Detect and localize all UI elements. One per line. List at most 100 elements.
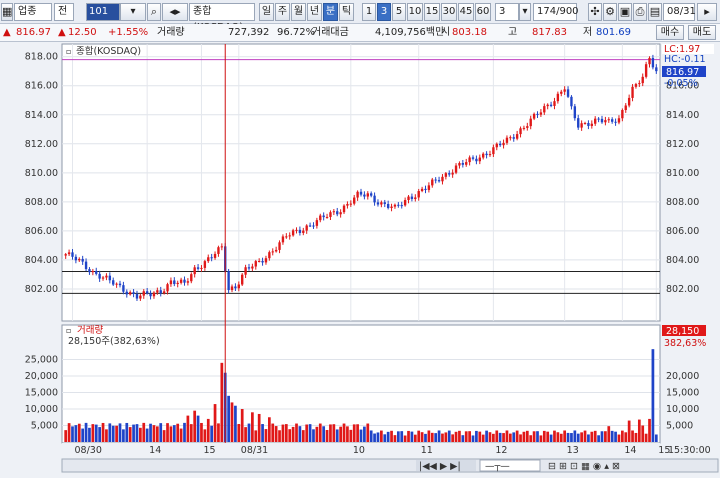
candle-body [353,197,356,204]
period-day[interactable]: 일 [259,3,274,21]
volume-bar [400,431,404,442]
volume-bar [111,425,115,442]
volume-panel-title: 거래량 [77,324,103,336]
volume-bar [356,424,359,442]
period-tick[interactable]: 틱 [339,3,354,21]
volume-tick-label: 20,000 [25,371,58,382]
volume-bar [546,431,550,442]
code-dropdown[interactable]: ▾ [120,3,146,21]
buy-button[interactable]: 매수 [656,25,684,40]
candle-body [641,76,644,84]
candle-body [88,269,91,273]
period-year[interactable]: 년 [307,3,322,21]
candle-body [166,284,169,292]
candle-body [152,292,156,297]
volume-bar [234,405,237,442]
interval-select[interactable]: 3 [495,3,519,21]
volume-bar [424,433,427,442]
volume-bar [291,426,295,442]
candle-body [322,215,325,218]
volume-bar [217,423,220,442]
market-select[interactable]: 업종 [14,3,52,21]
volume-bar [529,435,533,442]
volume-bar [230,402,234,442]
candle-body [325,216,329,218]
slider-thumb-icon[interactable]: —┬— [485,461,510,472]
minute-10[interactable]: 10 [407,3,423,21]
volume-bar [88,427,91,442]
minute-3[interactable]: 3 [377,3,391,21]
code-input[interactable]: 101 [86,3,120,21]
volume-bar [570,433,573,442]
scroll-first-icon[interactable]: |◀◀ ▶ ▶| [419,461,461,472]
date-field[interactable]: 08/31 [663,3,696,21]
candle-body [156,290,159,293]
candle-body [251,266,254,269]
candle-body [410,196,414,200]
hc-value: HC:-0.11 [664,54,706,65]
volume-bar [329,424,332,442]
candle-body [74,256,78,261]
minute-45[interactable]: 45 [458,3,474,21]
expand-icon[interactable]: ▸ [697,3,717,21]
settings-icon[interactable]: ⚙ [603,3,617,21]
count-field[interactable]: 174/900 [533,3,579,21]
volume-bar [101,422,105,442]
print-icon[interactable]: ⎙ [633,3,647,21]
volume-tick-label: 10,000 [25,404,58,415]
candle-body [546,104,549,107]
zoom-icons[interactable]: ⊟ ⊞ ⊡ ▦ ◉ ▴ ⊠ [548,461,620,472]
volume-bar [641,425,645,442]
minute-5[interactable]: 5 [392,3,406,21]
candle-body [81,258,84,262]
volume-bar [298,426,302,442]
minute-60[interactable]: 60 [475,3,491,21]
volume-bar [430,432,434,442]
candle-body [305,225,308,231]
candle-body [468,157,471,163]
minute-15[interactable]: 15 [424,3,440,21]
volume-bar [152,425,156,442]
search-icon[interactable]: ⌕ [147,3,161,21]
candle-body [319,215,322,221]
volume-bar [621,430,624,442]
volume-bar [149,423,152,442]
candle-body [600,118,604,123]
candle-body [594,118,597,124]
candle-body [339,212,342,215]
save-icon[interactable]: ▣ [618,3,632,21]
period-minute[interactable]: 분 [323,3,338,21]
volume-bar [308,424,312,442]
nav-arrows-icon[interactable]: ◂▸ [162,3,188,21]
minute-30[interactable]: 30 [441,3,457,21]
candle-body [125,291,128,295]
interval-dropdown[interactable]: ▾ [519,3,531,21]
volume-bar [539,435,543,442]
sell-button[interactable]: 매도 [688,25,716,40]
candle-body [135,293,139,299]
volume-bar [108,423,112,442]
period-week[interactable]: 주 [275,3,290,21]
volume-bar [417,430,421,442]
candle-body [444,173,448,177]
candle-body [614,121,617,123]
candle-body [566,89,570,97]
market-type-select[interactable]: 전 [54,3,74,21]
chart-area[interactable]: 818.00 816.00 814.00 812.00 810.00 808.00 806.… [0,42,720,478]
volume-bar [542,430,546,442]
volume-bar [135,424,139,442]
tools-icon[interactable]: ✣ [588,3,602,21]
arrow-up-icon: ▲ [3,27,11,38]
candle-body [217,247,220,254]
amount-label: 거래대금 [312,27,349,38]
grid-icon[interactable]: ▦ [1,3,13,21]
candle-body [342,205,346,213]
period-month[interactable]: 월 [291,3,306,21]
minute-1[interactable]: 1 [362,3,376,21]
candle-body [631,86,634,98]
volume-bar [607,426,611,442]
calendar-icon[interactable]: ▤ [648,3,662,21]
volume-bar [145,428,149,442]
candle-body [298,229,302,233]
price-tick-label: 814.00 [25,110,58,121]
